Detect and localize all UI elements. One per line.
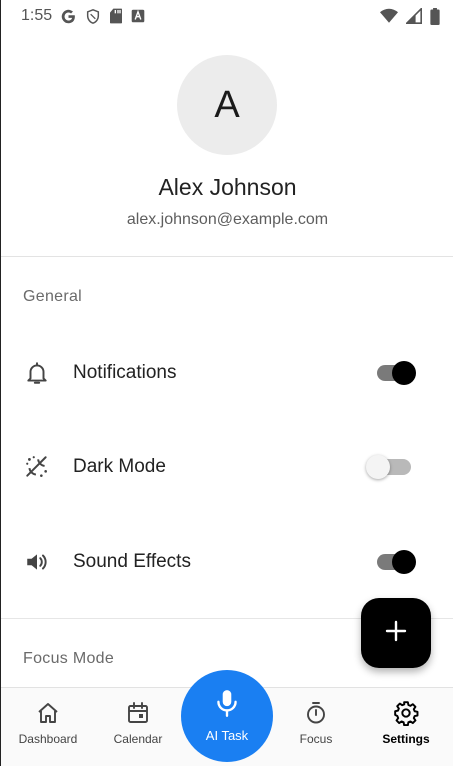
sound-effects-toggle[interactable] (375, 548, 419, 576)
add-button[interactable] (361, 598, 431, 668)
nav-item-focus[interactable]: Focus (277, 688, 355, 766)
notifications-toggle[interactable] (375, 359, 419, 387)
battery-icon (430, 7, 440, 25)
toggle-thumb (392, 550, 416, 574)
setting-row-notifications[interactable]: Notifications (1, 343, 453, 403)
gear-icon (393, 700, 419, 726)
nav-item-settings[interactable]: Settings (367, 688, 445, 766)
signal-icon (406, 8, 422, 24)
avatar-letter: A (214, 83, 240, 126)
ai-task-button[interactable]: AI Task (181, 670, 273, 762)
profile-header: A Alex Johnson alex.johnson@example.com (1, 32, 453, 257)
toggle-thumb (392, 361, 416, 385)
setting-label-notifications: Notifications (73, 362, 177, 383)
shield-icon (85, 8, 101, 25)
status-bar: 1:55 (1, 0, 453, 32)
nav-label-settings: Settings (382, 732, 430, 746)
settings-screen: 1:55 A Alex Johnson alex.johnson@example… (0, 0, 453, 766)
nav-label-dashboard: Dashboard (18, 732, 78, 746)
status-left: 1:55 (21, 7, 145, 25)
toggle-thumb (366, 455, 390, 479)
plus-icon (385, 620, 407, 647)
profile-name: Alex Johnson (158, 174, 297, 200)
nav-item-dashboard[interactable]: Dashboard (9, 688, 87, 766)
setting-label-sound-effects: Sound Effects (73, 551, 191, 572)
profile-email: alex.johnson@example.com (126, 211, 329, 228)
google-icon (60, 8, 77, 25)
sd-card-icon (109, 8, 123, 24)
a-box-icon (131, 9, 145, 23)
speaker-icon (23, 548, 51, 576)
setting-label-dark-mode: Dark Mode (73, 456, 166, 477)
timer-icon (303, 700, 329, 726)
nav-item-calendar[interactable]: Calendar (99, 688, 177, 766)
avatar[interactable]: A (177, 55, 277, 155)
home-icon (35, 700, 61, 726)
status-time: 1:55 (21, 7, 53, 24)
section-header-general: General (23, 288, 83, 305)
dark-mode-toggle[interactable] (366, 453, 419, 481)
section-header-focus-mode: Focus Mode (23, 650, 115, 667)
calendar-icon (125, 700, 151, 726)
nav-label-focus: Focus (299, 732, 333, 746)
microphone-icon (214, 689, 240, 724)
nav-label-calendar: Calendar (113, 732, 163, 746)
status-right (380, 7, 440, 25)
wifi-icon (380, 8, 398, 24)
theme-icon (23, 453, 51, 481)
setting-row-sound-effects[interactable]: Sound Effects (1, 532, 453, 592)
setting-row-dark-mode[interactable]: Dark Mode (1, 437, 453, 497)
ai-task-label: AI Task (205, 728, 249, 743)
bell-icon (23, 359, 51, 387)
